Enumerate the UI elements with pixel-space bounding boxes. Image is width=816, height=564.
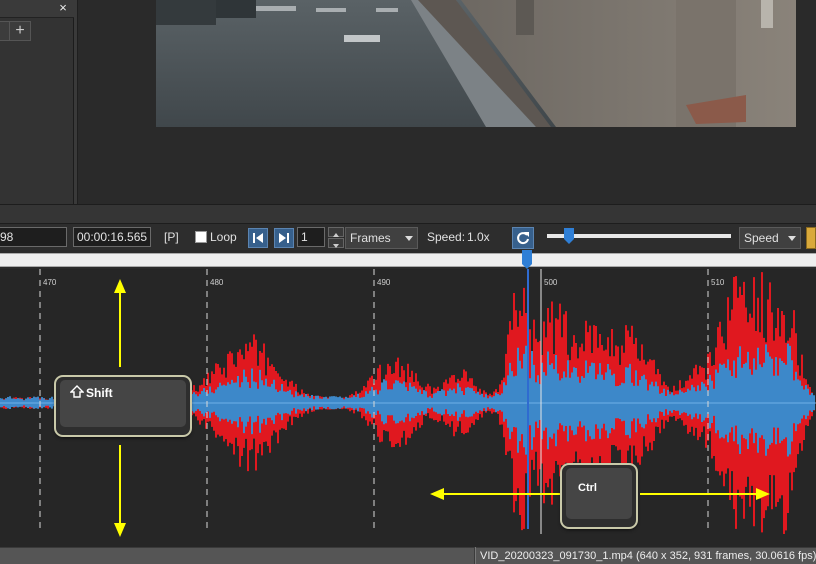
close-icon[interactable]: × (56, 1, 70, 15)
speed-select[interactable]: Speed (739, 227, 801, 249)
speed-value: 1.0x (467, 230, 490, 244)
speed-slider-thumb[interactable] (564, 228, 575, 244)
frame-field[interactable]: 98 (0, 227, 67, 247)
shift-arrow-icon (70, 385, 84, 398)
arrow-down-icon (114, 523, 126, 537)
reset-speed-button[interactable] (512, 227, 534, 249)
section-divider (0, 204, 816, 224)
speed-label: Speed: (427, 230, 466, 244)
video-frame-image (156, 0, 796, 127)
unit-select-value: Frames (350, 231, 391, 245)
frame-tick-label: 480 (210, 278, 224, 287)
left-panel-header: × (0, 0, 74, 18)
previous-frame-button[interactable] (248, 228, 268, 248)
ctrl-key-label: Ctrl (578, 482, 597, 494)
arrow-left-icon (430, 488, 444, 500)
toolbar-overflow-button[interactable] (806, 227, 816, 249)
step-input[interactable]: 1 (297, 227, 325, 247)
chevron-down-icon (405, 236, 413, 241)
step-up-button[interactable] (328, 227, 344, 237)
loop-checkbox[interactable] (195, 231, 207, 243)
speed-select-value: Speed (744, 231, 779, 245)
frame-tick-label: 510 (711, 278, 725, 287)
left-panel: × + (0, 0, 74, 204)
skip-back-icon (253, 233, 263, 243)
arrow-up-icon (114, 279, 126, 293)
time-field[interactable]: 00:00:16.565 (73, 227, 151, 247)
chevron-down-icon (788, 236, 796, 241)
video-preview (156, 0, 796, 127)
shift-keycap: Shift (56, 377, 190, 435)
panel-splitter[interactable] (74, 0, 78, 204)
refresh-icon (517, 232, 529, 245)
file-info: VID_20200323_091730_1.mp4 (640 x 352, 93… (480, 550, 816, 562)
loop-label: Loop (210, 230, 237, 244)
next-frame-button[interactable] (274, 228, 294, 248)
chevron-down-icon (333, 244, 339, 248)
status-separator (474, 547, 476, 564)
frame-type-label: [P] (164, 230, 179, 244)
frame-tick-label: 500 (544, 278, 558, 287)
speed-slider[interactable] (547, 234, 731, 238)
add-icon[interactable]: + (9, 21, 31, 41)
skip-forward-icon (279, 233, 289, 243)
ctrl-keycap: Ctrl (562, 465, 636, 527)
scrubber-thumb[interactable] (522, 250, 532, 269)
frame-tick-label: 490 (377, 278, 391, 287)
unit-select[interactable]: Frames (345, 227, 418, 249)
step-down-button[interactable] (328, 238, 344, 248)
shift-key-label: Shift (86, 386, 113, 400)
frame-tick-label: 470 (43, 278, 57, 287)
timeline-scrubber[interactable] (0, 253, 816, 267)
